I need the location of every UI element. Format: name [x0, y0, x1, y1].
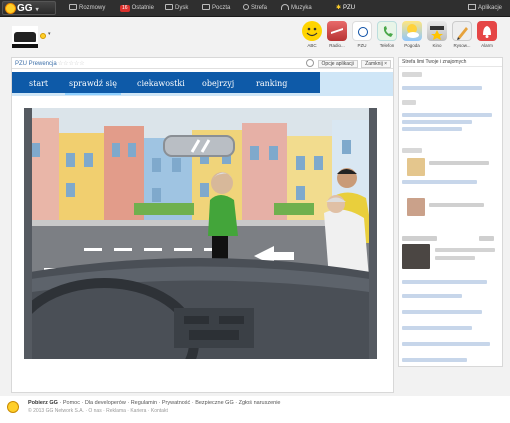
- nav-label: Ostatnie: [131, 5, 154, 11]
- app-abc[interactable]: ABC: [301, 21, 323, 48]
- tab-ciekawostki[interactable]: ciekawostki: [137, 72, 185, 96]
- app-label: PZU: [357, 43, 367, 48]
- nav-rozmowy[interactable]: Rozmowy: [69, 0, 105, 17]
- app-label: Alarm: [481, 43, 493, 48]
- nav-label: PZU: [343, 5, 356, 11]
- tab-obejrzyj[interactable]: obejrzyj: [202, 72, 234, 96]
- download-gg-link[interactable]: Pobierz GG: [28, 400, 58, 406]
- close-button[interactable]: Zamknij ×: [361, 60, 391, 68]
- apps-link-label: Aplikacje: [477, 5, 502, 11]
- app-label: Radio...: [329, 43, 345, 48]
- chevron-down-icon[interactable]: ▾: [48, 31, 51, 37]
- nav-label: Muzyka: [291, 5, 312, 11]
- app-pogoda[interactable]: Pogoda: [401, 21, 423, 48]
- weather-icon: [402, 21, 422, 41]
- footer-copyright: © 2013 GG Network S.A. · O nas · Reklama…: [28, 408, 168, 414]
- gg-menu-button[interactable]: GG ▾: [2, 1, 56, 15]
- app-label: Telefon: [379, 43, 395, 48]
- unread-badge: 16: [120, 5, 130, 12]
- user-bar: ▾ ABC Radio... PZU Telefon Pogoda Kino R…: [0, 18, 510, 56]
- strefa-panel: Strefa limi Twoje i znajomych: [398, 57, 503, 367]
- bell-icon: [477, 21, 497, 41]
- avatar[interactable]: [12, 26, 38, 48]
- chat-icon: [69, 4, 77, 10]
- app-nav: start sprawdź się ciekawostki obejrzyj r…: [12, 72, 393, 96]
- app-label: Rysow...: [453, 43, 471, 48]
- apps-link[interactable]: Aplikacje: [467, 0, 502, 17]
- nav-poczta[interactable]: Poczta: [202, 0, 230, 17]
- app-alarm[interactable]: Alarm: [476, 21, 498, 48]
- app-label: ABC: [307, 43, 317, 48]
- app-label: Kino: [432, 43, 442, 48]
- nav-label: Strefa: [251, 5, 268, 11]
- footer: Pobierz GG · Pomoc · Dla developerów · R…: [0, 396, 510, 423]
- status-icon[interactable]: [40, 33, 46, 39]
- tab-sprawdz-sie[interactable]: sprawdź się: [65, 72, 121, 96]
- pencil-icon: [452, 21, 472, 41]
- nav-label: Dysk: [175, 5, 189, 11]
- app-radio[interactable]: Radio...: [326, 21, 348, 48]
- gg-logo-icon: [8, 402, 18, 412]
- pzu-icon: [352, 21, 372, 41]
- app-rysowanie[interactable]: Rysow...: [451, 21, 473, 48]
- app-kino[interactable]: Kino: [426, 21, 448, 48]
- panel-title-text: PZU Prewencja: [15, 61, 57, 67]
- footer-links[interactable]: Pobierz GG · Pomoc · Dla developerów · R…: [28, 400, 281, 406]
- tab-start[interactable]: start: [29, 72, 48, 96]
- game-scene[interactable]: [24, 108, 377, 359]
- nav-muzyka[interactable]: Muzyka: [281, 0, 312, 17]
- nav-strefa[interactable]: Strefa: [243, 0, 267, 17]
- close-icon: ×: [384, 61, 387, 67]
- radio-icon: [327, 21, 347, 41]
- nav-label: Poczta: [212, 5, 231, 11]
- nav-label: Rozmowy: [79, 5, 106, 11]
- car-image: [14, 32, 36, 42]
- nav-spacer: [320, 72, 393, 96]
- top-bar: GG ▾ Rozmowy 16 Ostatnie Dysk Poczta Stref…: [0, 0, 510, 17]
- rating-stars[interactable]: ☆☆☆☆☆: [58, 61, 85, 67]
- app-pzu[interactable]: PZU: [351, 21, 373, 48]
- panel-title[interactable]: PZU Prewencja☆☆☆☆☆: [15, 60, 85, 67]
- panel-controls: Opcje aplikacji Zamknij ×: [306, 59, 391, 68]
- app-panel: PZU Prewencja☆☆☆☆☆ Opcje aplikacji Zamkn…: [11, 57, 394, 393]
- star-icon: ✱: [336, 5, 342, 11]
- footer-links-text[interactable]: · Pomoc · Dla developerów · Regulamin · …: [59, 400, 280, 406]
- tab-ranking[interactable]: ranking: [256, 72, 287, 96]
- street-illustration: [24, 108, 377, 359]
- app-telefon[interactable]: Telefon: [376, 21, 398, 48]
- app-options-button[interactable]: Opcje aplikacji: [317, 60, 358, 68]
- app-label: Pogoda: [404, 43, 420, 48]
- folder-icon: [165, 4, 173, 10]
- mail-icon: [202, 4, 210, 10]
- chevron-down-icon: ▾: [35, 7, 39, 13]
- nav-dysk[interactable]: Dysk: [165, 0, 188, 17]
- nav-ostatnie[interactable]: 16 Ostatnie: [120, 0, 154, 17]
- phone-icon: [377, 21, 397, 41]
- avatar-caption: [12, 44, 38, 48]
- strefa-title: Strefa limi Twoje i znajomych: [399, 58, 502, 67]
- smiley-icon: [302, 21, 322, 41]
- nav-pzu[interactable]: ✱ PZU: [336, 0, 355, 17]
- panel-header: PZU Prewencja☆☆☆☆☆ Opcje aplikacji Zamkn…: [12, 58, 393, 69]
- apps-icon: [467, 4, 476, 10]
- gg-logo-text: GG: [17, 3, 33, 14]
- headphones-icon: [281, 4, 289, 10]
- strefa-icon: [243, 4, 249, 10]
- gear-icon[interactable]: [306, 59, 315, 67]
- cinema-icon: [427, 21, 447, 41]
- gg-sun-icon: [6, 4, 15, 13]
- close-label: Zamknij: [365, 61, 383, 67]
